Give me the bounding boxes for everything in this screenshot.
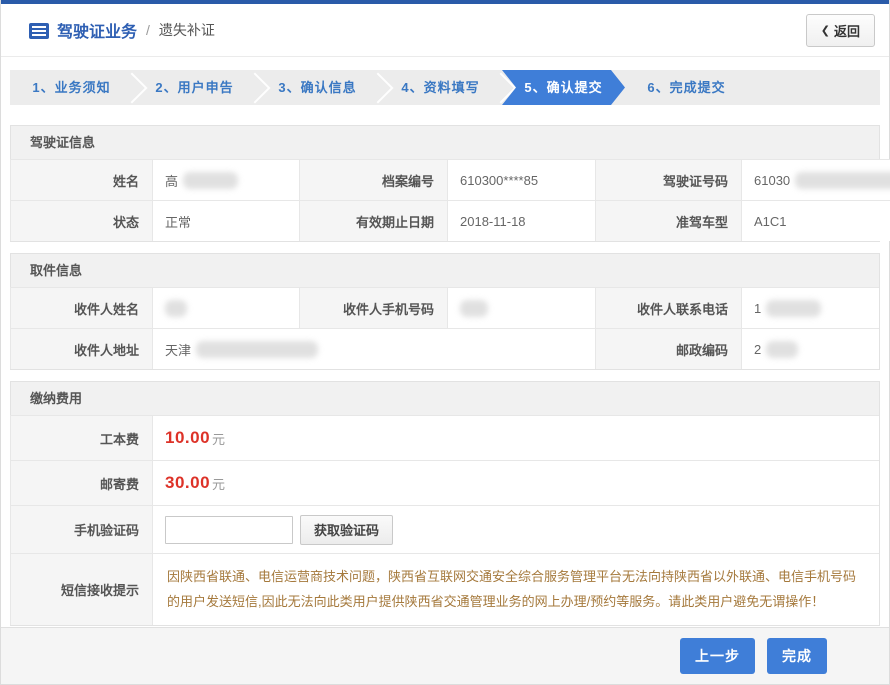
name-label: 姓名 — [10, 159, 152, 200]
sms-notice-text: 因陕西省联通、电信运营商技术问题，陕西省互联网交通安全综合服务管理平台无法向持陕… — [152, 553, 879, 625]
mail-fee-label: 邮寄费 — [10, 460, 152, 505]
recipient-phone-label: 收件人联系电话 — [595, 287, 741, 328]
mail-fee-amount: 30.00 — [165, 473, 210, 493]
redacted-recipient-mobile-blur — [460, 300, 488, 317]
step-1-business-notice[interactable]: 1、业务须知 — [10, 70, 133, 105]
postcode-value: 2 — [741, 328, 879, 369]
redacted-postcode-blur — [766, 341, 798, 358]
page-title: 驾驶证业务 — [57, 18, 137, 42]
breadcrumb: 驾驶证业务 / 遗失补证 — [29, 18, 215, 42]
mail-fee-unit: 元 — [212, 474, 225, 493]
fees-table: 工本费 10.00 元 邮寄费 30.00 元 手机验证码 获取验证码 短信接收… — [10, 415, 879, 625]
footer-action-bar: 上一步 完成 — [1, 627, 889, 684]
recipient-mobile-label: 收件人手机号码 — [299, 287, 447, 328]
step-6-complete-submit[interactable]: 6、完成提交 — [625, 70, 748, 105]
step-5-confirm-submit-active[interactable]: 5、确认提交 — [502, 70, 625, 105]
production-fee-value: 10.00 元 — [152, 415, 879, 460]
sms-notice-label: 短信接收提示 — [10, 553, 152, 625]
address-value: 天津 — [152, 328, 595, 369]
pickup-info-section: 取件信息 收件人姓名 收件人手机号码 收件人联系电话 1 收件人地址 天津 邮政… — [10, 253, 880, 370]
step-4-fill-data[interactable]: 4、资料填写 — [379, 70, 502, 105]
redacted-address-blur — [196, 341, 318, 358]
license-info-section: 驾驶证信息 姓名 高 档案编号 610300****85 驾驶证号码 61030… — [10, 125, 880, 242]
sms-code-input[interactable] — [165, 516, 293, 544]
postcode-label: 邮政编码 — [595, 328, 741, 369]
steps-bar: 1、业务须知 2、用户申告 3、确认信息 4、资料填写 5、确认提交 6、完成提… — [10, 70, 880, 105]
valid-until-value: 2018-11-18 — [447, 200, 595, 241]
redacted-recipient-name-blur — [165, 300, 187, 317]
pickup-info-table: 收件人姓名 收件人手机号码 收件人联系电话 1 收件人地址 天津 邮政编码 2 — [10, 287, 879, 369]
breadcrumb-current: 遗失补证 — [159, 20, 215, 40]
sms-code-label: 手机验证码 — [10, 505, 152, 553]
get-code-button[interactable]: 获取验证码 — [300, 515, 393, 545]
status-label: 状态 — [10, 200, 152, 241]
vehicle-type-value: A1C1 — [741, 200, 890, 241]
valid-until-label: 有效期止日期 — [299, 200, 447, 241]
recipient-name-value — [152, 287, 299, 328]
file-no-value: 610300****85 — [447, 159, 595, 200]
step-2-user-declaration[interactable]: 2、用户申告 — [133, 70, 256, 105]
redacted-license-no-blur — [795, 172, 890, 189]
breadcrumb-divider: / — [146, 22, 150, 38]
production-fee-label: 工本费 — [10, 415, 152, 460]
license-no-label: 驾驶证号码 — [595, 159, 741, 200]
recipient-mobile-value — [447, 287, 595, 328]
previous-step-button[interactable]: 上一步 — [680, 638, 755, 674]
redacted-name-blur — [183, 172, 238, 189]
step-3-confirm-info[interactable]: 3、确认信息 — [256, 70, 379, 105]
list-icon — [29, 23, 49, 39]
name-value: 高 — [152, 159, 299, 200]
status-value: 正常 — [152, 200, 299, 241]
file-no-label: 档案编号 — [299, 159, 447, 200]
license-no-value: 61030 — [741, 159, 890, 200]
production-fee-amount: 10.00 — [165, 428, 210, 448]
mail-fee-value: 30.00 元 — [152, 460, 879, 505]
production-fee-unit: 元 — [212, 429, 225, 448]
license-info-table: 姓名 高 档案编号 610300****85 驾驶证号码 61030 状态 正常… — [10, 159, 879, 241]
vehicle-type-label: 准驾车型 — [595, 200, 741, 241]
recipient-name-label: 收件人姓名 — [10, 287, 152, 328]
finish-button[interactable]: 完成 — [767, 638, 827, 674]
back-button[interactable]: ❮ 返回 — [806, 14, 875, 47]
back-button-label: 返回 — [834, 21, 860, 40]
fees-section-title: 缴纳费用 — [11, 382, 879, 416]
address-label: 收件人地址 — [10, 328, 152, 369]
fees-section: 缴纳费用 工本费 10.00 元 邮寄费 30.00 元 手机验证码 获取验证码… — [10, 381, 880, 626]
sms-code-row: 获取验证码 — [152, 505, 879, 553]
recipient-phone-value: 1 — [741, 287, 879, 328]
redacted-recipient-phone-blur — [766, 300, 821, 317]
license-info-section-title: 驾驶证信息 — [11, 126, 879, 160]
header: 驾驶证业务 / 遗失补证 ❮ 返回 — [1, 4, 889, 57]
back-chevron-icon: ❮ — [821, 24, 830, 37]
pickup-info-section-title: 取件信息 — [11, 254, 879, 288]
page: 驾驶证业务 / 遗失补证 ❮ 返回 1、业务须知 2、用户申告 3、确认信息 4… — [0, 0, 890, 685]
